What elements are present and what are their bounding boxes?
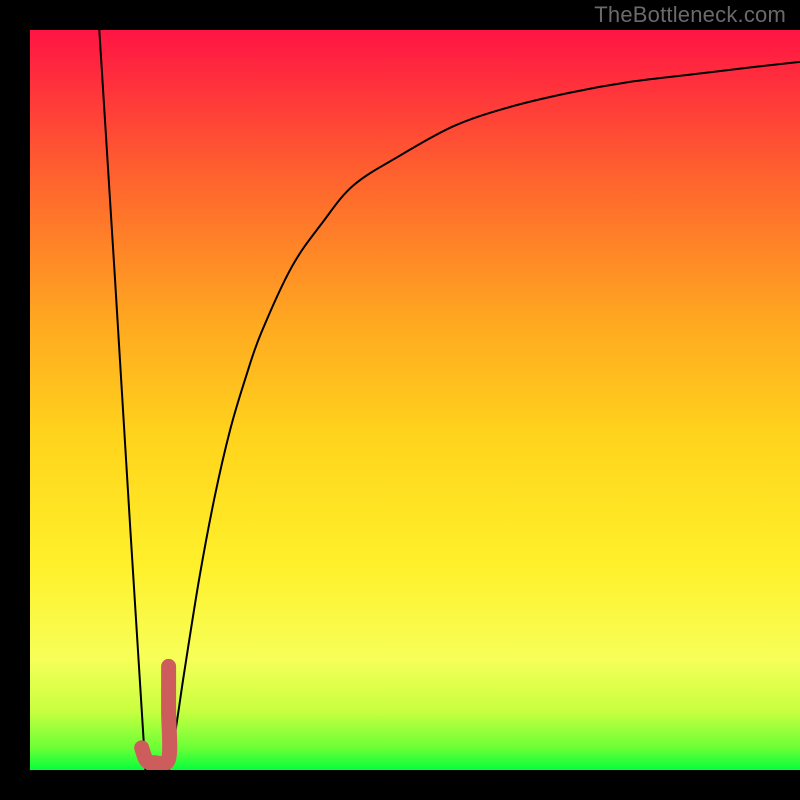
plot-svg	[30, 30, 800, 770]
watermark-text: TheBottleneck.com	[594, 2, 786, 28]
plot-area	[30, 30, 800, 770]
gradient-background	[30, 30, 800, 770]
chart-frame: TheBottleneck.com	[0, 0, 800, 800]
